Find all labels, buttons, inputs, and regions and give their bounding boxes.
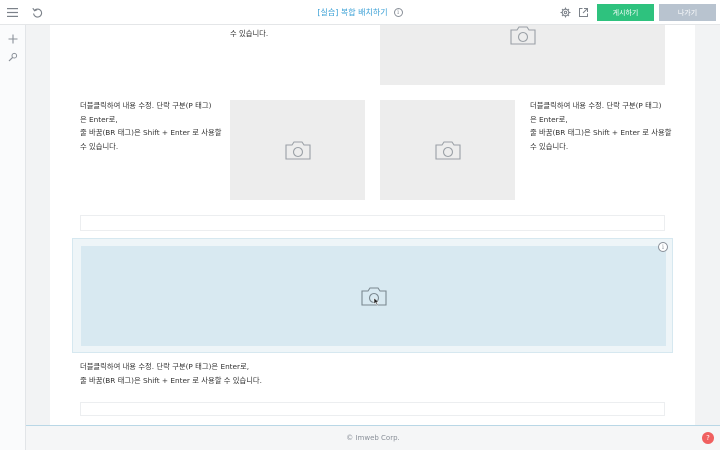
camera-icon <box>434 141 461 160</box>
text-line: 수 있습니다. <box>80 141 119 151</box>
top-toolbar: [실습] 복합 배치하기 i 게시하기 나가기 <box>0 0 720 25</box>
text-line: 더블클릭하여 내용 수정. 단락 구분(P 태그)은 Enter로, <box>80 362 250 371</box>
text-line: 은 Enter로, <box>80 114 118 124</box>
camera-icon <box>360 287 387 306</box>
empty-block[interactable] <box>80 402 665 416</box>
text-line: 더블클릭하여 내용 수정. 단락 구분(P 태그) <box>530 101 662 110</box>
page-title[interactable]: [실습] 복합 배치하기 <box>317 7 387 18</box>
help-button[interactable]: ? <box>702 432 714 444</box>
text-line: 은 Enter로, <box>530 114 568 124</box>
empty-block[interactable] <box>80 215 665 231</box>
copyright-text: © Imweb Corp. <box>346 434 400 442</box>
image-placeholder-selected[interactable] <box>81 246 666 346</box>
text-line: 더블클릭하여 내용 수정. 단락 구분(P 태그) <box>80 101 212 110</box>
gear-icon[interactable] <box>557 4 574 21</box>
plus-icon[interactable] <box>4 30 21 47</box>
left-toolbar <box>0 25 26 450</box>
text-line: 수 있습니다. <box>530 141 569 151</box>
image-placeholder[interactable] <box>380 100 515 200</box>
image-placeholder[interactable] <box>380 25 665 85</box>
text-line: 수 있습니다. <box>230 29 269 38</box>
camera-icon <box>284 141 311 160</box>
info-icon[interactable]: i <box>658 242 668 252</box>
text-block-top[interactable]: 수 있습니다. <box>230 27 268 41</box>
publish-button[interactable]: 게시하기 <box>597 4 654 21</box>
image-placeholder[interactable] <box>230 100 365 200</box>
text-line: 줄 바꿈(BR 태그)은 Shift + Enter 로 사용할 <box>80 128 222 137</box>
editor-canvas[interactable]: 수 있습니다. 더블클릭하여 내용 수정. 단락 구분(P 태그) 은 Ente… <box>50 25 695 425</box>
text-block-left[interactable]: 더블클릭하여 내용 수정. 단락 구분(P 태그) 은 Enter로, 줄 바꿈… <box>80 99 225 153</box>
text-block-right[interactable]: 더블클릭하여 내용 수정. 단락 구분(P 태그) 은 Enter로, 줄 바꿈… <box>530 99 675 153</box>
text-line: 줄 바꿈(BR 태그)은 Shift + Enter 로 사용할 수 있습니다. <box>80 375 262 385</box>
exit-button[interactable]: 나가기 <box>659 4 716 21</box>
camera-icon <box>509 26 536 45</box>
text-block-bottom[interactable]: 더블클릭하여 내용 수정. 단락 구분(P 태그)은 Enter로, 줄 바꿈(… <box>80 360 665 387</box>
brush-icon[interactable] <box>4 48 21 65</box>
text-line: 줄 바꿈(BR 태그)은 Shift + Enter 로 사용할 <box>530 128 672 137</box>
external-link-icon[interactable] <box>575 4 592 21</box>
footer: © Imweb Corp. <box>26 425 720 450</box>
info-icon[interactable]: i <box>393 8 403 17</box>
selected-image-block[interactable]: i <box>72 238 673 353</box>
